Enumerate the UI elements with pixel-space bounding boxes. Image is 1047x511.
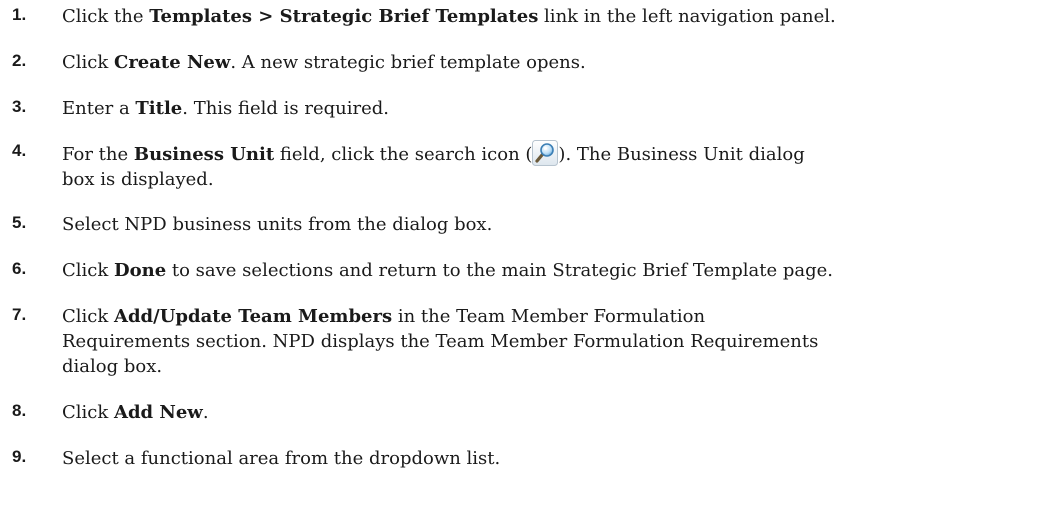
search-icon — [532, 140, 559, 166]
step-number: 8. — [12, 401, 27, 420]
step-text: Select a functional area from the dropdo… — [62, 446, 1037, 471]
step-text: For the Business Unit field, click the s… — [62, 140, 1037, 192]
step-text-part: Click — [62, 306, 114, 327]
step-number: 7. — [12, 305, 27, 324]
step-text: Click Add/Update Team Members in the Tea… — [62, 304, 1037, 379]
step-number: 6. — [12, 259, 27, 278]
step-text: Enter a Title. This field is required. — [62, 96, 1037, 121]
step-text-part: Click — [62, 52, 114, 73]
step-ui-label: Create New — [114, 52, 231, 73]
step-number: 3. — [12, 97, 27, 116]
step-number: 1. — [12, 5, 27, 24]
step-text: Click the Templates > Strategic Brief Te… — [62, 4, 1037, 29]
step-text-part: to save selections and return to the mai… — [166, 260, 833, 281]
step-text-part: Click — [62, 402, 114, 423]
step-text-part: . This field is required. — [182, 98, 390, 119]
step-text-part: Requirements section. NPD displays the T… — [62, 331, 819, 352]
step-number: 2. — [12, 51, 27, 70]
step-text-part: link in the left navigation panel. — [538, 6, 836, 27]
step-text: Click Create New. A new strategic brief … — [62, 50, 1037, 75]
step-text-part: in the Team Member Formulation — [392, 306, 706, 327]
step-text-part: ). The Business Unit dialog — [558, 144, 805, 165]
step-text-part: For the — [62, 144, 134, 165]
step-ui-label: Add/Update Team Members — [114, 306, 393, 327]
step-text-part: box is displayed. — [62, 169, 214, 190]
step-ui-label: Templates > Strategic Brief Templates — [149, 6, 539, 27]
step-ui-label: Done — [114, 260, 167, 281]
step-text: Click Add New. — [62, 400, 1037, 425]
step-text: Select NPD business units from the dialo… — [62, 212, 1037, 237]
step-text-part: field, click the search icon ( — [274, 144, 533, 165]
step-text: Click Done to save selections and return… — [62, 258, 1037, 283]
step-text-part: Select NPD business units from the dialo… — [62, 214, 493, 235]
step-ui-label: Add New — [114, 402, 203, 423]
step-text-part: Click the — [62, 6, 150, 27]
step-text-part: dialog box. — [62, 356, 163, 377]
step-number: 4. — [12, 141, 27, 160]
step-text-part: Click — [62, 260, 114, 281]
step-number: 9. — [12, 447, 27, 466]
step-ui-label: Title — [135, 98, 183, 119]
step-ui-label: Business Unit — [133, 144, 275, 165]
step-text-part: Select a functional area from the dropdo… — [62, 448, 501, 469]
step-text-part: Enter a — [62, 98, 136, 119]
step-text-part: . A new strategic brief template opens. — [230, 52, 586, 73]
step-text-part: . — [202, 402, 209, 423]
step-number: 5. — [12, 213, 27, 232]
